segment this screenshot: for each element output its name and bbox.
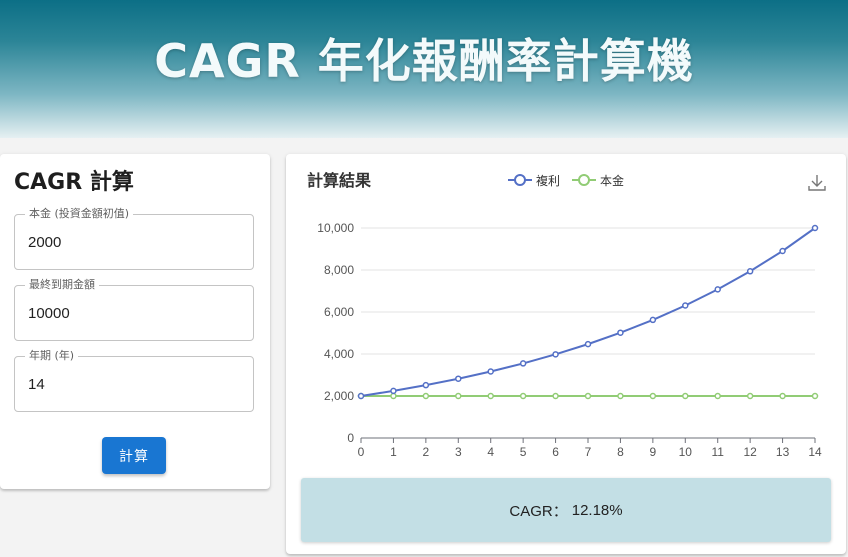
data-point-compound bbox=[746, 268, 754, 275]
cagr-label: CAGR： bbox=[509, 502, 568, 520]
final-amount-field[interactable]: 最終到期金額 bbox=[14, 278, 254, 341]
data-point-principal bbox=[649, 392, 657, 400]
data-point-principal bbox=[487, 392, 494, 400]
x-tick-label: 1 bbox=[390, 445, 397, 459]
data-point-principal bbox=[584, 392, 592, 400]
calculator-heading: CAGR 計算 bbox=[14, 170, 134, 195]
cagr-line-chart: 02,0004,0006,0008,00010,0000 1 2 3 4 5 6 7 8 9 10 1… bbox=[317, 221, 822, 459]
final-amount-label: 最終到期金額 bbox=[25, 278, 99, 292]
x-tick-label: 9 bbox=[650, 445, 657, 459]
years-label: 年期 (年) bbox=[25, 349, 79, 363]
principal-field[interactable]: 本金 (投資金額初值) bbox=[14, 207, 254, 270]
data-point-compound bbox=[617, 329, 624, 336]
page-title: CAGR 年化報酬率計算機 bbox=[154, 34, 694, 88]
data-point-principal bbox=[714, 392, 721, 400]
x-tick-label: 5 bbox=[520, 445, 527, 459]
data-point-principal bbox=[519, 392, 527, 400]
data-point-principal bbox=[746, 392, 754, 400]
cagr-result-box: CAGR： 12.18% bbox=[301, 478, 831, 542]
principal-label: 本金 (投資金額初值) bbox=[25, 207, 134, 221]
x-tick-label: 2 bbox=[423, 445, 430, 459]
data-point-principal bbox=[390, 392, 397, 400]
header-banner: CAGR 年化報酬率計算機 bbox=[0, 0, 848, 138]
x-tick-label: 0 bbox=[358, 445, 365, 459]
x-tick-label: 7 bbox=[585, 445, 592, 459]
y-tick-label: 6,000 bbox=[324, 305, 354, 319]
data-point-compound bbox=[455, 375, 462, 382]
legend-item-principal[interactable]: 本金 bbox=[572, 171, 624, 189]
principal-input[interactable] bbox=[28, 230, 238, 254]
data-point-compound bbox=[584, 340, 592, 348]
years-field[interactable]: 年期 (年) bbox=[14, 349, 254, 412]
cagr-value: 12.18% bbox=[571, 501, 623, 519]
legend-marker-principal bbox=[572, 174, 596, 186]
data-point-compound bbox=[390, 387, 397, 395]
data-point-compound bbox=[649, 316, 657, 324]
data-point-principal bbox=[682, 392, 689, 400]
legend-label-principal: 本金 bbox=[600, 173, 625, 188]
data-point-compound bbox=[422, 381, 430, 389]
data-point-compound bbox=[487, 368, 494, 375]
data-point-compound bbox=[779, 247, 786, 255]
y-tick-label: 0 bbox=[347, 431, 354, 445]
calculate-button[interactable]: 計算 bbox=[102, 437, 166, 474]
data-point-compound bbox=[811, 224, 819, 232]
data-point-compound bbox=[682, 302, 689, 309]
y-tick-label: 2,000 bbox=[324, 389, 354, 403]
legend-label-compound: 複利 bbox=[536, 173, 561, 188]
x-tick-label: 4 bbox=[487, 445, 494, 459]
y-tick-label: 4,000 bbox=[324, 347, 354, 361]
download-icon[interactable] bbox=[806, 172, 828, 194]
x-tick-label: 6 bbox=[552, 445, 559, 459]
x-tick-label: 11 bbox=[711, 445, 724, 459]
data-point-principal bbox=[617, 392, 624, 400]
legend-item-compound[interactable]: 複利 bbox=[508, 171, 560, 189]
legend-marker-compound bbox=[508, 174, 532, 186]
final-amount-input[interactable] bbox=[28, 301, 238, 325]
results-heading: 計算結果 bbox=[307, 171, 372, 190]
x-tick-label: 10 bbox=[679, 445, 693, 459]
x-tick-label: 3 bbox=[455, 445, 462, 459]
x-tick-label: 13 bbox=[776, 445, 790, 459]
y-tick-label: 10,000 bbox=[317, 221, 354, 235]
data-point-principal bbox=[455, 392, 462, 400]
x-tick-label: 14 bbox=[808, 445, 822, 459]
data-point-principal bbox=[811, 392, 819, 400]
x-tick-label: 8 bbox=[617, 445, 624, 459]
x-tick-label: 12 bbox=[743, 445, 757, 459]
data-point-compound bbox=[552, 351, 559, 358]
data-point-compound bbox=[519, 360, 527, 367]
data-point-principal bbox=[552, 392, 559, 400]
data-point-compound bbox=[714, 286, 721, 293]
data-point-compound bbox=[357, 392, 365, 400]
data-point-principal bbox=[779, 392, 786, 400]
data-point-principal bbox=[422, 392, 430, 400]
y-tick-label: 8,000 bbox=[324, 263, 354, 277]
years-input[interactable] bbox=[28, 372, 238, 396]
